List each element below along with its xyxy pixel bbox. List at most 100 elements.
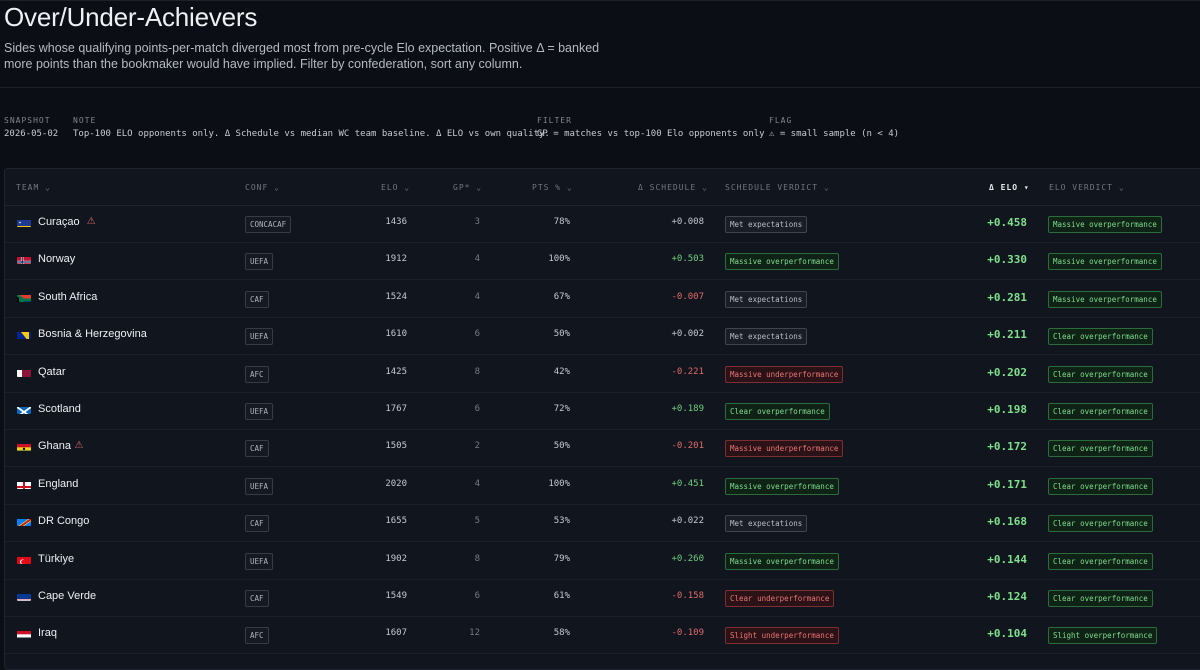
column-header-delta-schedule[interactable]: Δ SCHEDULE ⌄ — [638, 183, 708, 192]
delta-schedule-value: +0.260 — [645, 554, 704, 564]
column-header-pts[interactable]: PTS % ⌄ — [532, 183, 573, 192]
confederation-badge: UEFA — [245, 403, 273, 420]
pts-percent: 72% — [525, 404, 570, 414]
small-sample-warning-icon: ⚠ — [75, 440, 84, 451]
elo-verdict-badge: Massive overperformance — [1048, 216, 1162, 233]
team-name: Norway — [38, 253, 75, 265]
elo-value: 1607 — [355, 628, 407, 638]
sort-desc-icon: ▾ — [1024, 183, 1030, 192]
table-row[interactable]: Curaçao⚠CONCACAF1436378%+0.008Met expect… — [5, 205, 1200, 243]
delta-elo-value: +0.330 — [965, 253, 1027, 266]
schedule-verdict-badge: Clear underperformance — [725, 590, 834, 607]
delta-schedule-value: -0.007 — [645, 292, 704, 302]
elo-value: 1505 — [355, 441, 407, 451]
confederation-badge: UEFA — [245, 553, 273, 570]
gp-value: 8 — [445, 367, 480, 377]
schedule-verdict-badge: Massive overperformance — [725, 253, 839, 270]
schedule-verdict-badge: Met expectations — [725, 291, 807, 308]
gp-value: 2 — [445, 441, 480, 451]
confederation-badge: AFC — [245, 366, 269, 383]
delta-elo-value: +0.104 — [965, 627, 1027, 640]
confederation-badge: CONCACAF — [245, 216, 291, 233]
schedule-verdict-badge: Massive underperformance — [725, 440, 843, 457]
gp-value: 4 — [445, 254, 480, 264]
pts-percent: 67% — [525, 292, 570, 302]
table-row[interactable]: DR CongoCAF1655553%+0.022Met expectation… — [5, 504, 1200, 542]
elo-value: 2020 — [355, 479, 407, 489]
elo-verdict-badge: Massive overperformance — [1048, 253, 1162, 270]
schedule-verdict-badge: Massive overperformance — [725, 553, 839, 570]
elo-verdict-badge: Massive overperformance — [1048, 291, 1162, 308]
table-row[interactable]: ScotlandUEFA1767672%+0.189Clear overperf… — [5, 392, 1200, 430]
column-header-schedule-verdict[interactable]: SCHEDULE VERDICT ⌄ — [725, 183, 830, 192]
table-row[interactable]: IraqAFC16071258%-0.109Slight underperfor… — [5, 616, 1200, 654]
sort-icon: ⌄ — [567, 183, 573, 192]
pts-percent: 58% — [525, 628, 570, 638]
confederation-badge: UEFA — [245, 328, 273, 345]
gp-value: 4 — [445, 479, 480, 489]
elo-value: 1655 — [355, 516, 407, 526]
team-name: Türkiye — [38, 553, 74, 565]
table-row[interactable]: TürkiyeUEFA1902879%+0.260Massive overper… — [5, 542, 1200, 580]
confederation-badge: UEFA — [245, 253, 273, 270]
team-name: DR Congo — [38, 515, 89, 527]
elo-value: 1610 — [355, 329, 407, 339]
scotland-flag-icon — [17, 404, 31, 414]
table-row[interactable]: Bosnia & HerzegovinaUEFA1610650%+0.002Me… — [5, 317, 1200, 355]
iraq-flag-icon — [17, 628, 31, 638]
table-header: TEAM ⌄ CONF ⌄ ELO ⌄ GP* ⌄ PTS % ⌄ Δ SCHE… — [5, 169, 1200, 206]
table-row[interactable]: EnglandUEFA20204100%+0.451Massive overpe… — [5, 467, 1200, 505]
confederation-badge: AFC — [245, 627, 269, 644]
schedule-verdict-badge: Slight underperformance — [725, 627, 839, 644]
flag-label: FLAG — [769, 116, 792, 125]
delta-elo-value: +0.281 — [965, 291, 1027, 304]
page-title: Over/Under-Achievers — [4, 2, 257, 33]
column-header-delta-elo[interactable]: Δ ELO ▾ — [989, 183, 1030, 192]
elo-verdict-badge: Clear overperformance — [1048, 553, 1153, 570]
ghana-flag-icon — [17, 441, 31, 451]
column-header-team[interactable]: TEAM ⌄ — [16, 183, 51, 192]
column-header-elo-verdict[interactable]: ELO VERDICT ⌄ — [1049, 183, 1125, 192]
delta-elo-value: +0.458 — [965, 216, 1027, 229]
elo-verdict-badge: Clear overperformance — [1048, 515, 1153, 532]
table-row[interactable]: QatarAFC1425842%-0.221Massive underperfo… — [5, 355, 1200, 393]
pts-percent: 42% — [525, 367, 570, 377]
note-value: Top-100 ELO opponents only. Δ Schedule v… — [73, 129, 550, 139]
elo-value: 1767 — [355, 404, 407, 414]
table-row[interactable]: South AfricaCAF1524467%-0.007Met expecta… — [5, 280, 1200, 318]
gp-value: 8 — [445, 554, 480, 564]
delta-schedule-value: +0.008 — [645, 217, 704, 227]
confederation-badge: CAF — [245, 440, 269, 457]
sort-icon: ⌄ — [404, 183, 410, 192]
delta-elo-value: +0.202 — [965, 366, 1027, 379]
filter-label: FILTER — [537, 116, 572, 125]
team-name: South Africa — [38, 291, 97, 303]
pts-percent: 79% — [525, 554, 570, 564]
delta-elo-value: +0.171 — [965, 478, 1027, 491]
curacao-flag-icon — [17, 217, 31, 227]
table-row[interactable]: NorwayUEFA19124100%+0.503Massive overper… — [5, 242, 1200, 280]
column-header-gp[interactable]: GP* ⌄ — [453, 183, 482, 192]
delta-elo-value: +0.124 — [965, 590, 1027, 603]
gp-value: 6 — [445, 404, 480, 414]
confederation-badge: CAF — [245, 291, 269, 308]
elo-verdict-badge: Clear overperformance — [1048, 440, 1153, 457]
note-label: NOTE — [73, 116, 96, 125]
elo-value: 1912 — [355, 254, 407, 264]
pts-percent: 50% — [525, 441, 570, 451]
dr-congo-flag-icon — [17, 516, 31, 526]
sort-icon: ⌄ — [702, 183, 708, 192]
elo-value: 1549 — [355, 591, 407, 601]
schedule-verdict-badge: Met expectations — [725, 515, 807, 532]
england-flag-icon — [17, 479, 31, 489]
delta-schedule-value: +0.022 — [645, 516, 704, 526]
column-header-elo[interactable]: ELO ⌄ — [381, 183, 410, 192]
south-africa-flag-icon — [17, 292, 31, 302]
column-header-conf[interactable]: CONF ⌄ — [245, 183, 280, 192]
table-row[interactable]: Cape VerdeCAF1549661%-0.158Clear underpe… — [5, 579, 1200, 617]
team-name: Iraq — [38, 627, 57, 639]
gp-value: 3 — [445, 217, 480, 227]
confederation-badge: CAF — [245, 590, 269, 607]
table-row[interactable]: Ghana⚠CAF1505250%-0.201Massive underperf… — [5, 429, 1200, 467]
pts-percent: 61% — [525, 591, 570, 601]
